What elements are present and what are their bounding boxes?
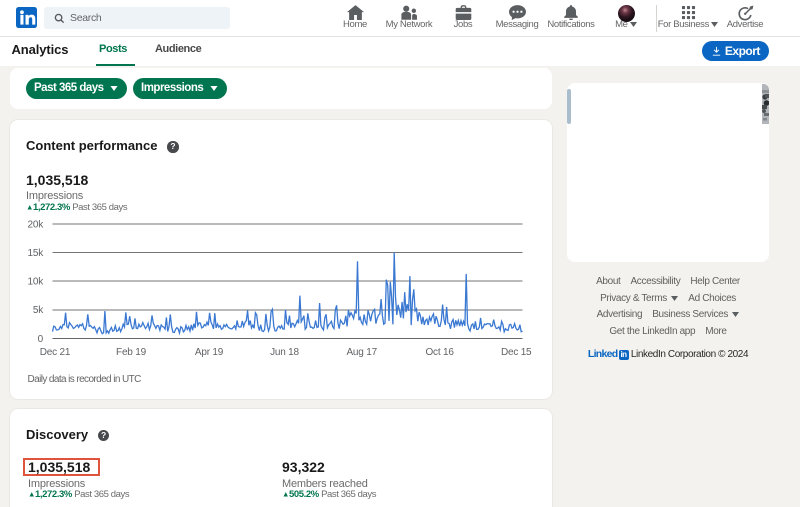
svg-text:Feb 19: Feb 19 bbox=[116, 347, 147, 358]
svg-text:20k: 20k bbox=[27, 220, 44, 231]
svg-text:0: 0 bbox=[38, 334, 44, 345]
svg-text:Apr 19: Apr 19 bbox=[195, 347, 224, 358]
svg-text:Aug 17: Aug 17 bbox=[346, 347, 377, 358]
svg-text:15k: 15k bbox=[27, 248, 44, 259]
svg-text:Oct 16: Oct 16 bbox=[425, 347, 454, 358]
svg-text:5k: 5k bbox=[33, 305, 44, 316]
svg-text:Dec 21: Dec 21 bbox=[40, 347, 71, 358]
svg-text:Dec 15: Dec 15 bbox=[501, 347, 532, 358]
svg-text:Jun 18: Jun 18 bbox=[270, 347, 299, 358]
svg-text:10k: 10k bbox=[27, 277, 44, 288]
